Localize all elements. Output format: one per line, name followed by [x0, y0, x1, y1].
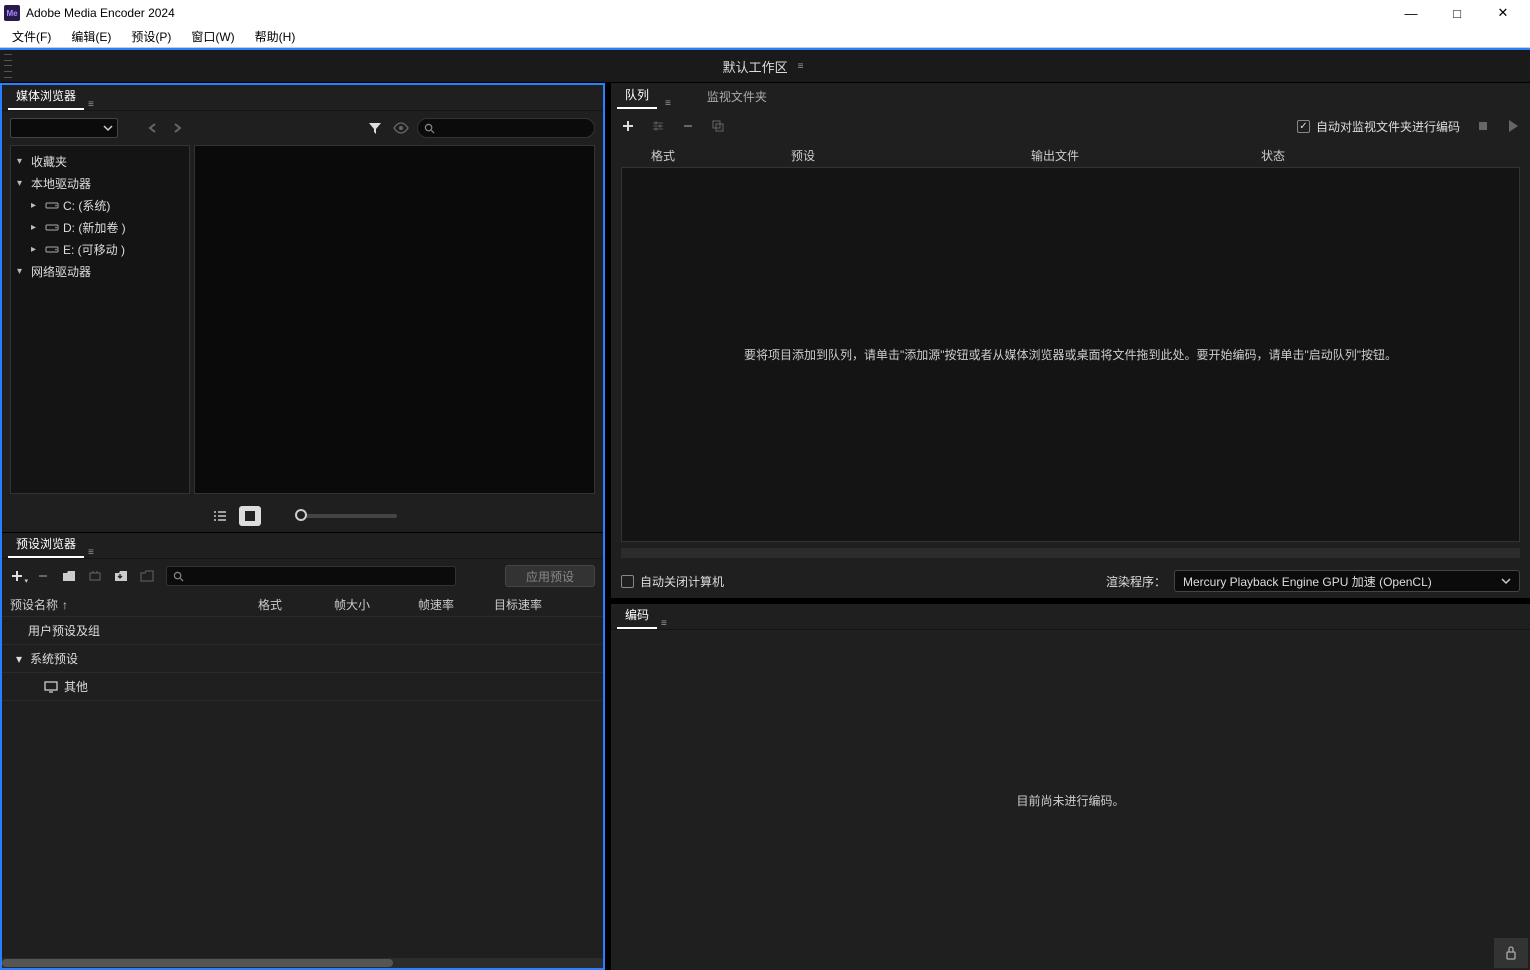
media-search-input[interactable]	[417, 118, 595, 138]
titlebar: Me Adobe Media Encoder 2024 — □ ✕	[0, 0, 1530, 26]
media-tree: ▾ 收藏夹 ▾ 本地驱动器 ▸ C: (系统) ▸	[10, 145, 190, 494]
import-preset-icon[interactable]	[114, 569, 128, 583]
tree-network-drives[interactable]: ▾ 网络驱动器	[11, 260, 189, 282]
media-preview-area	[194, 145, 595, 494]
lock-icon	[1504, 945, 1518, 961]
menu-file[interactable]: 文件(F)	[4, 26, 59, 47]
nav-forward-icon[interactable]	[168, 119, 186, 137]
nav-back-icon[interactable]	[144, 119, 162, 137]
menu-preset[interactable]: 预设(P)	[123, 26, 179, 47]
duplicate-icon[interactable]	[711, 119, 725, 133]
preset-row-system[interactable]: ▾ 系统预设	[2, 645, 603, 673]
menu-edit[interactable]: 编辑(E)	[63, 26, 119, 47]
col-target-rate[interactable]: 目标速率	[494, 596, 595, 613]
preset-hscroll[interactable]	[2, 958, 603, 968]
col-frame-rate[interactable]: 帧速率	[418, 596, 494, 613]
monitor-icon	[44, 680, 58, 694]
apply-preset-button[interactable]: 应用预设	[505, 565, 595, 587]
queue-drop-hint: 要将项目添加到队列，请单击"添加源"按钮或者从媒体浏览器或桌面将文件拖到此处。要…	[744, 346, 1397, 363]
tab-watch-folders[interactable]: 监视文件夹	[699, 83, 775, 109]
col-format: 格式	[621, 147, 791, 164]
col-output: 输出文件	[1031, 147, 1261, 164]
thumbnail-view-button[interactable]	[239, 506, 261, 526]
stop-queue-icon[interactable]	[1476, 119, 1490, 133]
auto-encode-checkbox[interactable]: 自动对监视文件夹进行编码	[1297, 118, 1460, 135]
add-source-icon[interactable]	[621, 119, 635, 133]
tab-encoding[interactable]: 编码	[617, 601, 657, 629]
drive-icon	[45, 244, 59, 254]
new-folder-icon[interactable]	[62, 569, 76, 583]
renderer-label: 渲染程序：	[1106, 573, 1166, 590]
zoom-knob[interactable]	[295, 509, 307, 521]
col-status: 状态	[1261, 147, 1520, 164]
remove-source-icon[interactable]	[681, 119, 695, 133]
status-corner[interactable]	[1494, 938, 1528, 968]
auto-encode-label: 自动对监视文件夹进行编码	[1316, 118, 1460, 135]
start-queue-icon[interactable]	[1506, 119, 1520, 133]
preset-browser-panel: 预设浏览器 ≡ ▾	[2, 532, 603, 968]
export-preset-icon[interactable]	[140, 569, 154, 583]
tree-drive-c[interactable]: ▸ C: (系统)	[11, 194, 189, 216]
filter-icon[interactable]	[365, 118, 385, 138]
menu-window[interactable]: 窗口(W)	[183, 26, 242, 47]
queue-panel: 队列 ≡ 监视文件夹	[611, 83, 1530, 598]
preset-settings-icon[interactable]	[88, 569, 102, 583]
tree-favorites[interactable]: ▾ 收藏夹	[11, 150, 189, 172]
workspace-menu-icon[interactable]: ≡	[794, 61, 808, 72]
menu-help[interactable]: 帮助(H)	[247, 26, 304, 47]
app-title: Adobe Media Encoder 2024	[26, 6, 175, 20]
tab-queue[interactable]: 队列	[617, 81, 657, 109]
add-preset-icon[interactable]: ▾	[10, 569, 24, 583]
sort-asc-icon[interactable]: ↑	[62, 598, 68, 612]
preset-row-other[interactable]: 其他	[2, 673, 603, 701]
drive-icon	[45, 200, 59, 210]
checkbox-icon[interactable]	[621, 575, 634, 588]
remove-preset-icon[interactable]	[36, 569, 50, 583]
list-view-button[interactable]	[209, 506, 231, 526]
tab-preset-browser[interactable]: 预设浏览器	[8, 530, 84, 558]
preset-search-input[interactable]	[166, 566, 456, 586]
tree-drive-e[interactable]: ▸ E: (可移动 )	[11, 238, 189, 260]
preset-columns-header: 预设名称 ↑ 格式 帧大小 帧速率 目标速率	[2, 593, 603, 617]
media-search-field[interactable]	[439, 122, 588, 134]
queue-drop-area[interactable]: 要将项目添加到队列，请单击"添加源"按钮或者从媒体浏览器或桌面将文件拖到此处。要…	[621, 167, 1520, 542]
renderer-dropdown[interactable]: Mercury Playback Engine GPU 加速 (OpenCL)	[1174, 570, 1520, 592]
tree-drive-d[interactable]: ▸ D: (新加卷 )	[11, 216, 189, 238]
drive-icon	[45, 222, 59, 232]
zoom-slider[interactable]	[297, 514, 397, 518]
panel-menu-icon[interactable]: ≡	[84, 99, 98, 110]
col-preset-name[interactable]: 预设名称	[10, 596, 58, 613]
tab-media-browser[interactable]: 媒体浏览器	[8, 82, 84, 110]
app-icon: Me	[4, 5, 20, 21]
minimize-button[interactable]: —	[1388, 0, 1434, 26]
workspace-label[interactable]: 默认工作区	[723, 57, 788, 76]
col-preset: 预设	[791, 147, 1031, 164]
preset-row-user-group[interactable]: 用户预设及组	[2, 617, 603, 645]
workspace-bar: 默认工作区 ≡	[0, 48, 1530, 82]
queue-hscroll[interactable]	[621, 548, 1520, 558]
panel-menu-icon[interactable]: ≡	[84, 547, 98, 558]
queue-tab-menu-icon[interactable]: ≡	[661, 98, 675, 109]
panel-menu-icon[interactable]: ≡	[657, 618, 671, 629]
maximize-button[interactable]: □	[1434, 0, 1480, 26]
checkbox-icon[interactable]	[1297, 120, 1310, 133]
visibility-icon[interactable]	[391, 118, 411, 138]
close-button[interactable]: ✕	[1480, 0, 1526, 26]
queue-settings-icon[interactable]	[651, 119, 665, 133]
auto-shutdown-label: 自动关闭计算机	[640, 573, 724, 590]
auto-shutdown-checkbox[interactable]: 自动关闭计算机	[621, 573, 724, 590]
drag-handle-icon[interactable]	[4, 52, 12, 80]
path-dropdown[interactable]	[10, 118, 118, 138]
menubar: 文件(F) 编辑(E) 预设(P) 窗口(W) 帮助(H)	[0, 26, 1530, 48]
tree-local-drives[interactable]: ▾ 本地驱动器	[11, 172, 189, 194]
encoding-status-text: 目前尚未进行编码。	[1016, 792, 1124, 809]
col-format[interactable]: 格式	[258, 596, 334, 613]
col-frame-size[interactable]: 帧大小	[334, 596, 418, 613]
preset-search-field[interactable]	[188, 570, 449, 582]
media-browser-panel: 媒体浏览器 ≡	[2, 85, 603, 532]
encoding-panel: 编码 ≡ 目前尚未进行编码。	[611, 604, 1530, 970]
